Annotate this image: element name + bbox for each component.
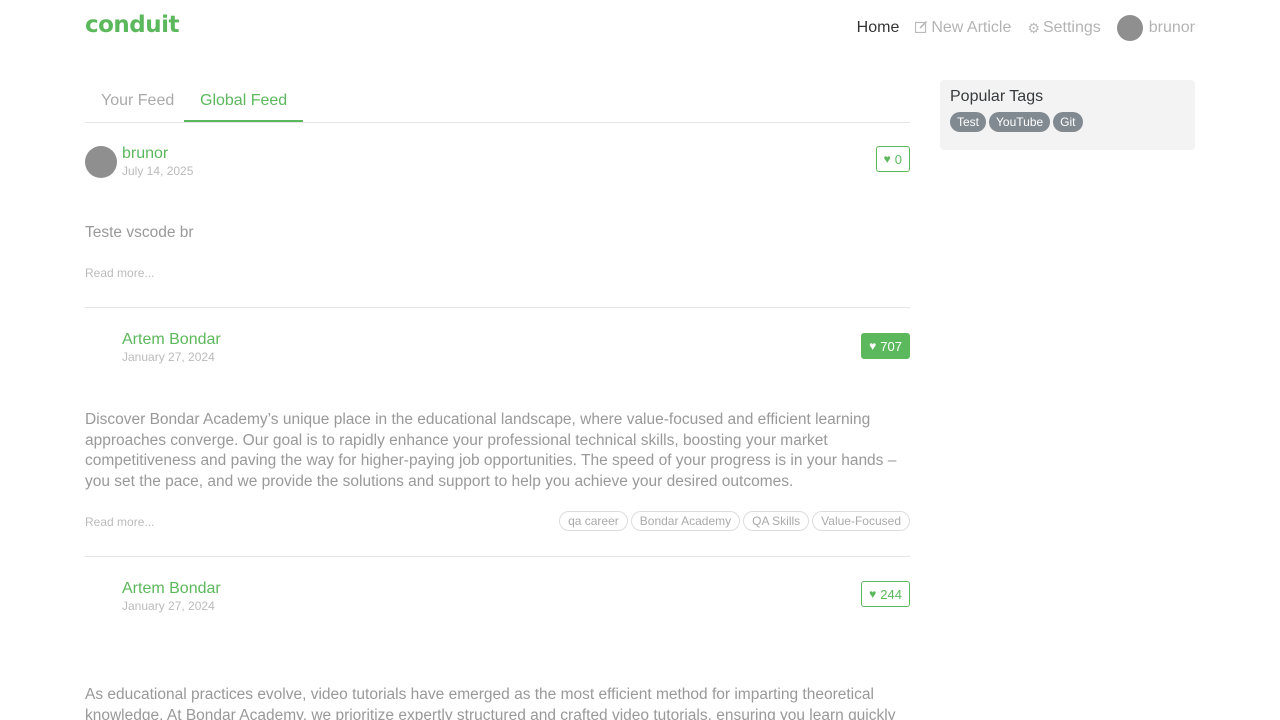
tab-your-feed[interactable]: Your Feed [85, 80, 190, 121]
author-name[interactable]: brunor [122, 145, 168, 163]
sidebar-tag-list: Test YouTube Git [950, 112, 1185, 132]
article-description[interactable]: Teste vscode br [85, 223, 910, 244]
favorite-button[interactable]: ♥ 707 [861, 333, 910, 359]
article-tag[interactable]: Value-Focused [812, 511, 910, 531]
article-date: July 14, 2025 [122, 164, 194, 178]
nav-links: Home New Article ⚙ Settings brunor [841, 0, 1195, 56]
favorite-count: 244 [880, 586, 902, 602]
read-more-link[interactable]: Read more... [85, 515, 154, 529]
favorite-count: 0 [894, 151, 902, 167]
popular-tags-sidebar: Popular Tags Test YouTube Git [940, 80, 1195, 150]
nav-new-article-label: New Article [931, 19, 1012, 36]
nav-home[interactable]: Home [857, 19, 900, 37]
gear-icon: ⚙ [1027, 19, 1040, 36]
feed-toggle: Your Feed Global Feed [85, 80, 910, 123]
brand-logo[interactable]: conduit [85, 12, 180, 38]
nav-settings-label: Settings [1042, 19, 1101, 36]
nav-new-article[interactable]: New Article [915, 19, 1011, 37]
article-preview: Artem Bondar January 27, 2024 ♥ 244 As e… [85, 557, 910, 720]
favorite-button[interactable]: ♥ 244 [861, 581, 910, 607]
article-description[interactable]: As educational practices evolve, video t… [85, 685, 910, 720]
popular-tag[interactable]: Test [950, 112, 987, 132]
author-avatar[interactable] [85, 146, 117, 178]
tab-global-feed[interactable]: Global Feed [184, 80, 304, 122]
nav-profile[interactable]: brunor [1116, 15, 1195, 41]
user-avatar [1116, 15, 1143, 41]
favorite-button[interactable]: ♥ 0 [875, 146, 910, 172]
article-tag[interactable]: QA Skills [743, 511, 810, 531]
author-name[interactable]: Artem Bondar [122, 580, 221, 598]
read-more-link[interactable]: Read more... [85, 266, 154, 280]
article-tag-list: qa career Bondar Academy QA Skills Value… [556, 511, 910, 531]
sidebar-title: Popular Tags [950, 88, 1044, 105]
favorite-count: 707 [880, 338, 902, 354]
article-date: January 27, 2024 [122, 350, 215, 364]
nav-profile-label: brunor [1148, 19, 1195, 36]
author-name[interactable]: Artem Bondar [122, 331, 221, 349]
article-preview: Artem Bondar January 27, 2024 ♥ 707 Disc… [85, 308, 910, 557]
heart-icon: ♥ [883, 152, 891, 166]
popular-tag[interactable]: YouTube [989, 112, 1051, 132]
compose-icon [915, 20, 928, 36]
heart-icon: ♥ [869, 339, 877, 353]
popular-tag[interactable]: Git [1053, 112, 1083, 132]
article-tag[interactable]: qa career [559, 511, 628, 531]
article-date: January 27, 2024 [122, 599, 215, 613]
nav-settings[interactable]: ⚙ Settings [1027, 19, 1100, 37]
navbar: conduit Home New Article ⚙ Settings brun… [85, 0, 1195, 56]
article-description[interactable]: Discover Bondar Academy’s unique place i… [85, 410, 910, 493]
article-preview: brunor July 14, 2025 ♥ 0 Teste vscode br… [85, 122, 910, 308]
article-tag[interactable]: Bondar Academy [630, 511, 741, 531]
heart-icon: ♥ [869, 587, 877, 601]
